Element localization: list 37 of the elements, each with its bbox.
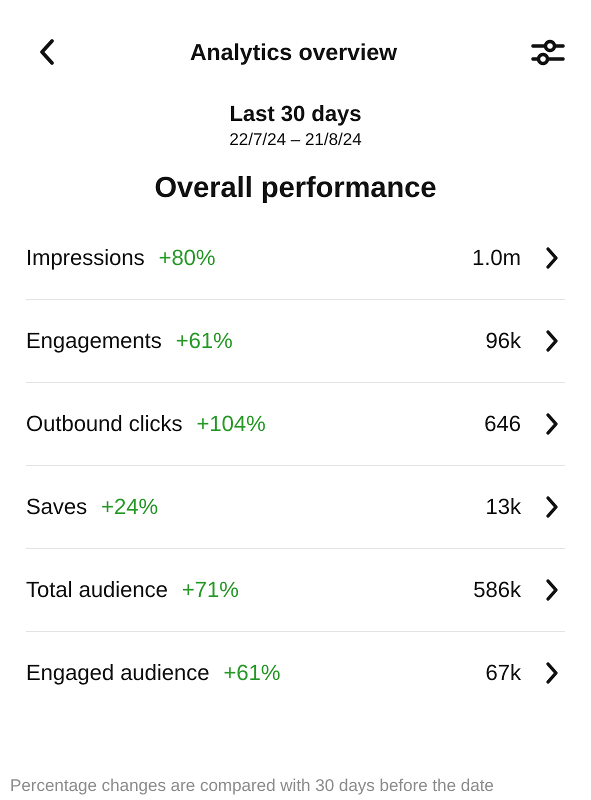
metric-name: Saves (26, 494, 88, 520)
chevron-icon (545, 495, 559, 519)
metric-row[interactable]: Saves +24% 13k (26, 466, 565, 549)
metric-row[interactable]: Impressions +80% 1.0m (26, 217, 565, 300)
metric-value: 67k (486, 660, 521, 686)
chevron-icon (545, 329, 559, 353)
metric-value: 13k (486, 494, 521, 520)
metric-change: +24% (101, 494, 158, 520)
metric-value: 1.0m (472, 245, 521, 271)
metric-value: 586k (473, 577, 521, 603)
metric-name: Engagements (26, 328, 162, 354)
metric-change: +104% (196, 411, 266, 437)
metric-name: Impressions (26, 245, 145, 271)
metric-change: +61% (224, 660, 280, 686)
metric-change: +61% (176, 328, 233, 354)
footnote: Percentage changes are compared with 30 days before the date (9, 776, 495, 797)
chevron-icon (545, 412, 559, 436)
metric-value: 96k (486, 328, 521, 354)
chevron-icon (545, 246, 559, 270)
metric-change: +71% (182, 577, 239, 603)
back-icon[interactable] (38, 38, 56, 66)
metric-name: Total audience (26, 577, 168, 603)
metric-row[interactable]: Engaged audience +61% 67k (26, 632, 565, 714)
metric-row[interactable]: Outbound clicks +104% 646 (26, 383, 565, 466)
metric-name: Outbound clicks (26, 411, 183, 437)
date-range: 22/7/24 – 21/8/24 (229, 130, 362, 150)
chevron-icon (545, 661, 559, 685)
period-label[interactable]: Last 30 days (229, 101, 362, 127)
metric-row[interactable]: Total audience +71% 586k (26, 549, 565, 632)
metric-row[interactable]: Engagements +61% 96k (26, 300, 565, 383)
section-title: Overall performance (153, 172, 438, 205)
metric-change: +80% (158, 245, 216, 271)
filter-icon[interactable] (530, 38, 565, 66)
metric-value: 646 (484, 411, 521, 437)
screen-title: Analytics overview (190, 38, 398, 66)
chevron-icon (545, 578, 559, 602)
metric-name: Engaged audience (26, 660, 210, 686)
